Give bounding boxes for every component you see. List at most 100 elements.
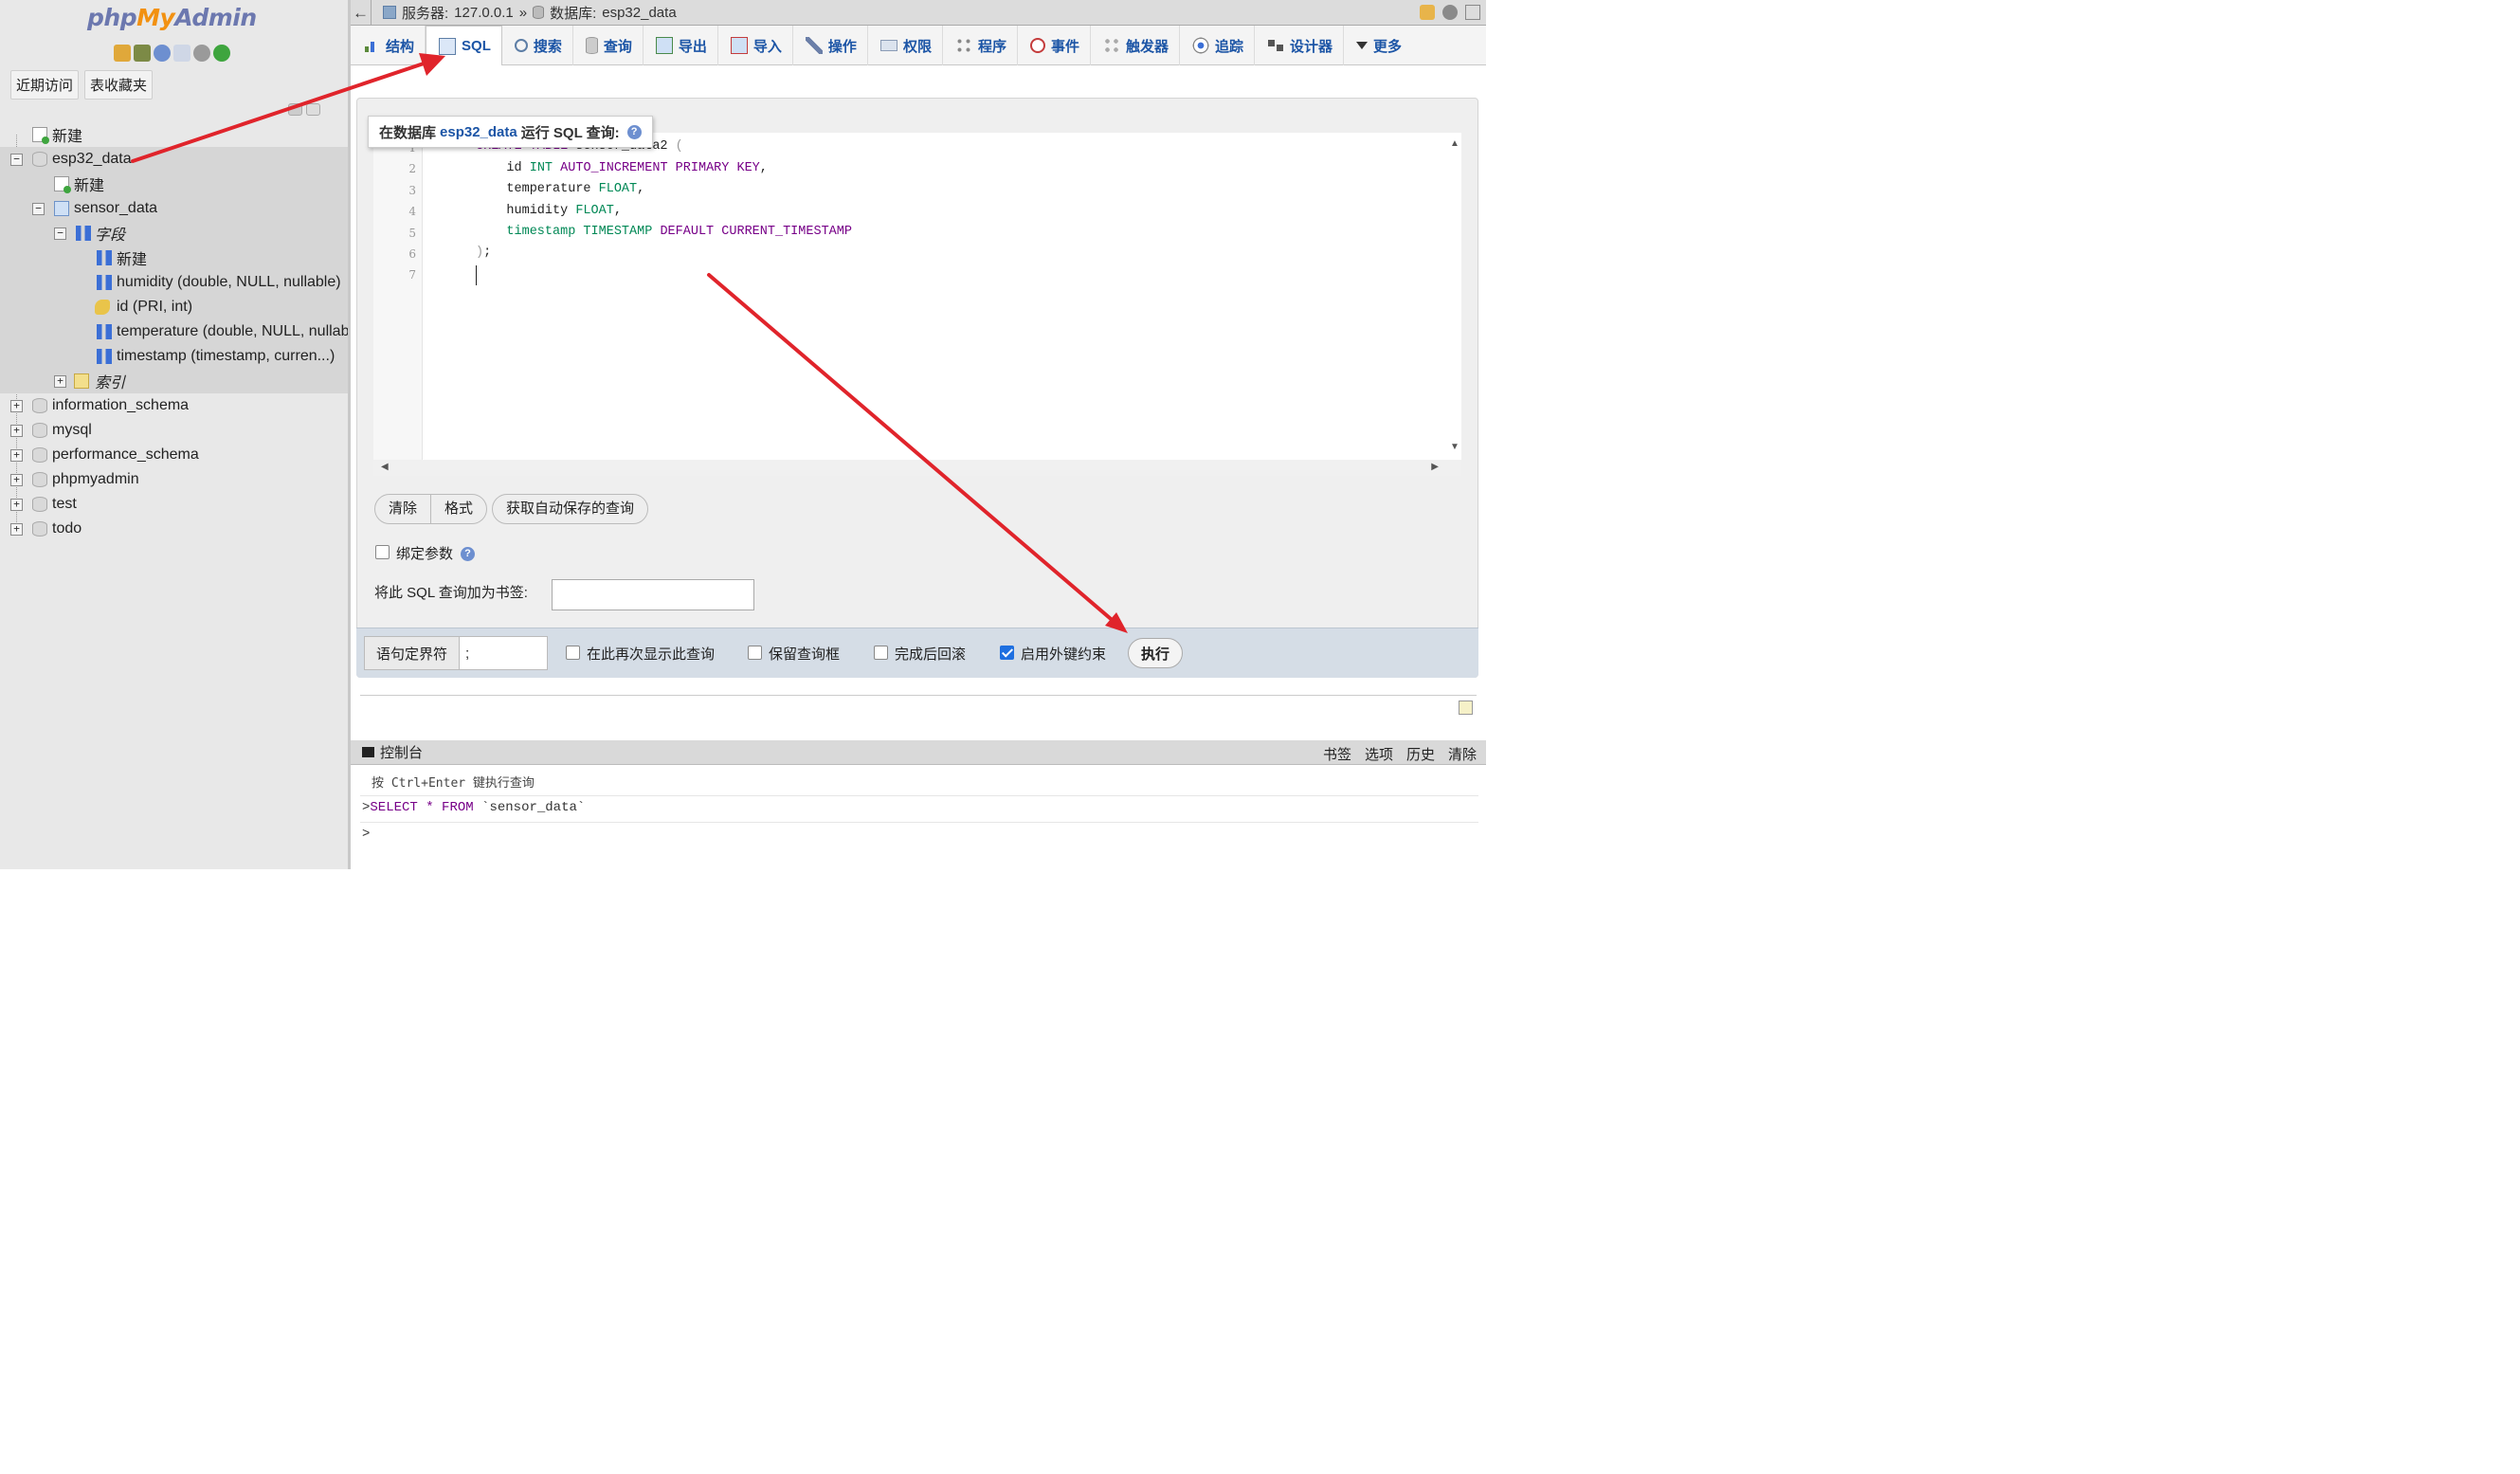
expand-icon[interactable]: + <box>10 448 23 462</box>
new-icon <box>32 127 49 144</box>
delimiter-input[interactable]: ; <box>460 637 469 669</box>
tab-triggers[interactable]: 触发器 <box>1091 26 1180 65</box>
tree-item-field-temperature[interactable]: temperature (double, NULL, nullable) <box>0 319 348 344</box>
tab-more[interactable]: 更多 <box>1344 26 1412 65</box>
breadcrumb-server[interactable]: 127.0.0.1 <box>454 5 514 21</box>
minimize-icon[interactable] <box>1465 5 1480 20</box>
tab-export[interactable]: 导出 <box>644 26 718 65</box>
tree-item-performance-schema[interactable]: + performance_schema <box>0 443 348 467</box>
tree-item-field-timestamp[interactable]: timestamp (timestamp, curren...) <box>0 344 348 369</box>
collapse-icon[interactable]: − <box>32 202 45 215</box>
format-button[interactable]: 格式 <box>430 495 486 523</box>
tab-structure[interactable]: 结构 <box>351 26 426 65</box>
favorites-tab[interactable]: 表收藏夹 <box>84 70 154 100</box>
tree-item-esp32-data[interactable]: − esp32_data <box>0 147 348 172</box>
scroll-up-icon[interactable]: ▲ <box>1450 138 1459 149</box>
console-clear-link[interactable]: 清除 <box>1448 744 1477 764</box>
console-bookmarks-link[interactable]: 书签 <box>1323 744 1351 764</box>
show-again-checkbox[interactable] <box>566 646 580 660</box>
tree-item-mysql[interactable]: + mysql <box>0 418 348 443</box>
fk-checks-checkbox[interactable] <box>1000 646 1014 660</box>
vertical-scrollbar[interactable]: ▲ ▼ <box>1448 133 1461 460</box>
database-icon <box>32 472 47 487</box>
tree-item-field-new[interactable]: 新建 <box>0 246 348 270</box>
column-icon <box>97 324 112 339</box>
expand-icon[interactable]: + <box>10 522 23 536</box>
tab-search[interactable]: 搜索 <box>502 26 573 65</box>
back-arrow-icon[interactable]: ← <box>351 0 372 26</box>
scroll-left-icon[interactable]: ◀ <box>381 462 389 472</box>
console-history-entry[interactable]: >SELECT * FROM `sensor_data` <box>362 800 585 815</box>
help-icon[interactable] <box>154 45 171 62</box>
tree-item-information-schema[interactable]: + information_schema <box>0 393 348 418</box>
collapse-all-icon[interactable] <box>288 103 302 116</box>
delimiter-field: 语句定界符 ; <box>364 636 548 670</box>
gear-icon[interactable] <box>1442 5 1458 20</box>
expand-icon[interactable]: + <box>54 374 66 388</box>
tab-operations[interactable]: 操作 <box>793 26 868 65</box>
tab-tracking[interactable]: 追踪 <box>1180 26 1256 65</box>
bind-params-checkbox[interactable] <box>375 545 390 559</box>
tab-designer[interactable]: 设计器 <box>1255 26 1345 65</box>
link-icon[interactable] <box>306 103 320 116</box>
tree-item-todo[interactable]: + todo <box>0 517 348 541</box>
home-icon[interactable] <box>114 45 131 62</box>
navigation-panel: phpMyAdmin 近期访问 表收藏夹 新建 − esp32_data 新建 <box>0 0 351 869</box>
tree-item-field-id[interactable]: id (PRI, int) <box>0 295 348 319</box>
tab-events[interactable]: 事件 <box>1018 26 1091 65</box>
expand-icon[interactable]: + <box>10 473 23 486</box>
console-hint: 按 Ctrl+Enter 键执行查询 <box>372 776 535 791</box>
tab-import[interactable]: 导入 <box>718 26 793 65</box>
console-options-link[interactable]: 选项 <box>1365 744 1393 764</box>
tab-privileges[interactable]: 权限 <box>868 26 943 65</box>
recent-tab[interactable]: 近期访问 <box>10 70 80 100</box>
tree-item-test[interactable]: + test <box>0 492 348 517</box>
tab-routines[interactable]: 程序 <box>943 26 1018 65</box>
bookmark-input[interactable] <box>552 579 754 610</box>
lock-icon[interactable] <box>1420 5 1435 20</box>
rollback-checkbox[interactable] <box>874 646 888 660</box>
console-input[interactable]: > <box>362 827 370 842</box>
tab-query[interactable]: 查询 <box>573 26 644 65</box>
logout-icon[interactable] <box>134 45 151 62</box>
expand-icon[interactable]: + <box>10 424 23 437</box>
tree-item-indexes[interactable]: + 索引 <box>0 369 348 393</box>
columns-icon <box>76 226 91 241</box>
panel-legend: 在数据库 esp32_data 运行 SQL 查询: ? <box>368 116 653 148</box>
tree-item-phpmyadmin[interactable]: + phpmyadmin <box>0 467 348 492</box>
scroll-down-icon[interactable]: ▼ <box>1450 442 1459 452</box>
clear-button[interactable]: 清除 <box>375 495 430 523</box>
tree-item-sensor-data[interactable]: − sensor_data <box>0 196 348 221</box>
help-icon[interactable]: ? <box>461 547 475 561</box>
scroll-right-icon[interactable]: ▶ <box>1431 462 1439 472</box>
sql-editor[interactable]: 1 2 3 4 5 6 7 CREATE TABLE sensor_data2 … <box>373 133 1461 476</box>
expand-icon[interactable]: + <box>10 399 23 412</box>
settings-icon[interactable] <box>193 45 210 62</box>
help-icon[interactable]: ? <box>626 124 642 139</box>
tree-item-fields[interactable]: − 字段 <box>0 221 348 246</box>
server-icon <box>383 6 396 19</box>
go-button[interactable]: 执行 <box>1128 638 1183 668</box>
phpmyadmin-logo[interactable]: phpMyAdmin <box>87 4 257 31</box>
tree-item-field-humidity[interactable]: humidity (double, NULL, nullable) <box>0 270 348 295</box>
tab-sql[interactable]: SQL <box>426 26 502 66</box>
console-title: 控制台 <box>380 745 424 761</box>
tree-item-db-new[interactable]: 新建 <box>0 172 348 196</box>
main-content: 在数据库 esp32_data 运行 SQL 查询: ? 1 2 3 4 5 6… <box>351 65 1486 740</box>
collapse-icon[interactable]: − <box>10 153 23 166</box>
note-icon[interactable] <box>1459 701 1473 715</box>
docs-icon[interactable] <box>173 45 190 62</box>
console-header[interactable]: 控制台 书签 选项 历史 清除 <box>351 740 1486 765</box>
retain-box-checkbox[interactable] <box>748 646 762 660</box>
collapse-icon[interactable]: − <box>54 227 66 240</box>
code-line-6: ); <box>476 246 492 260</box>
code-line-5: timestamp TIMESTAMP DEFAULT CURRENT_TIME… <box>476 225 852 239</box>
horizontal-scrollbar[interactable]: ◀ ▶ <box>373 460 1461 476</box>
query-icon <box>585 37 598 54</box>
tree-item-new[interactable]: 新建 <box>0 122 348 147</box>
expand-icon[interactable]: + <box>10 498 23 511</box>
get-autosaved-query-button[interactable]: 获取自动保存的查询 <box>493 495 647 523</box>
reload-icon[interactable] <box>213 45 230 62</box>
console-history-link[interactable]: 历史 <box>1406 744 1435 764</box>
breadcrumb-database[interactable]: esp32_data <box>602 5 676 21</box>
